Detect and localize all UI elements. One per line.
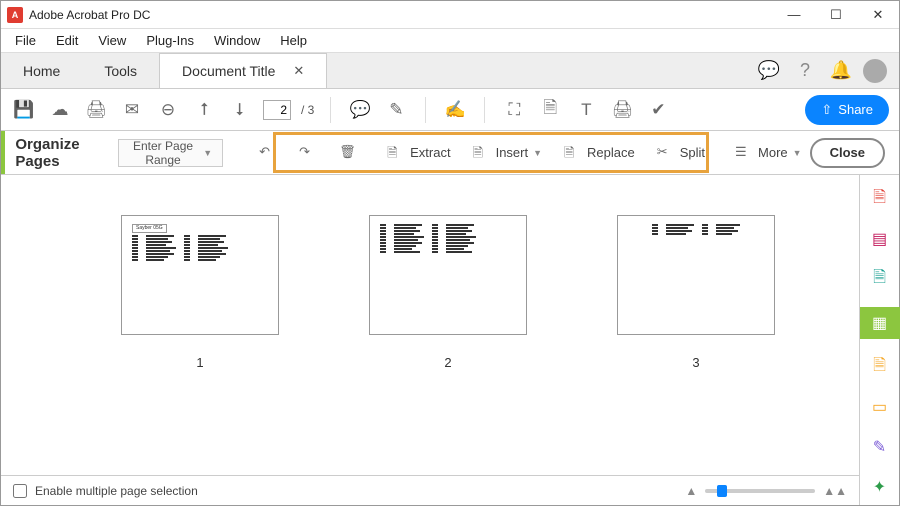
tab-document[interactable]: Document Title ✕ bbox=[159, 53, 327, 88]
footer-bar: Enable multiple page selection ▲ ▲▲ bbox=[1, 475, 859, 505]
split-button[interactable]: ✂Split bbox=[649, 138, 713, 168]
more-label: More bbox=[758, 145, 788, 160]
zoom-slider[interactable] bbox=[705, 489, 815, 493]
insert-button[interactable]: 🗎Insert▼ bbox=[465, 138, 550, 168]
active-panel-strip bbox=[1, 131, 5, 174]
page-thumb-2[interactable]: 2 bbox=[369, 215, 527, 475]
extract-label: Extract bbox=[410, 145, 450, 160]
menu-plugins[interactable]: Plug-Ins bbox=[136, 31, 204, 50]
highlighter-icon[interactable]: ✎ bbox=[383, 97, 409, 123]
create-pdf-icon[interactable]: 🗎 bbox=[868, 187, 892, 211]
page-range-dropdown[interactable]: Enter Page Range ▼ bbox=[118, 139, 223, 167]
chevron-down-icon: ▼ bbox=[203, 148, 212, 158]
more-button[interactable]: ☰More▼ bbox=[727, 138, 810, 168]
menu-window[interactable]: Window bbox=[204, 31, 270, 50]
cloud-upload-icon[interactable]: ☁ bbox=[47, 97, 73, 123]
tab-row: Home Tools Document Title ✕ 💬 ? 🔔 bbox=[1, 53, 899, 89]
app-icon: A bbox=[7, 7, 23, 23]
organize-toolbar: Organize Pages Enter Page Range ▼ ↶ ↷ 🗑 … bbox=[1, 131, 899, 175]
crop-icon[interactable]: ⛶ bbox=[501, 97, 527, 123]
zoom-large-icon[interactable]: ▲▲ bbox=[823, 484, 847, 498]
zoom-small-icon[interactable]: ▲ bbox=[685, 484, 697, 498]
chevron-down-icon: ▼ bbox=[793, 148, 802, 158]
page-thumb-3[interactable]: 3 bbox=[617, 215, 775, 475]
split-label: Split bbox=[680, 145, 705, 160]
close-panel-button[interactable]: Close bbox=[810, 138, 885, 168]
window-maximize[interactable]: ☐ bbox=[815, 1, 857, 29]
main-area: Sayber 05G 1 2 3 Enable multiple page se bbox=[1, 175, 899, 505]
print-production-icon[interactable]: 🖨 bbox=[609, 97, 635, 123]
organize-pages-title: Organize Pages bbox=[15, 136, 97, 170]
rotate-cw-button[interactable]: ↷ bbox=[291, 138, 325, 168]
tab-tools-label: Tools bbox=[104, 63, 137, 79]
delete-button[interactable]: 🗑 bbox=[331, 138, 365, 168]
page-total: / 3 bbox=[301, 103, 314, 117]
share-label: Share bbox=[838, 102, 873, 117]
bell-icon[interactable]: 🔔 bbox=[823, 53, 859, 88]
chat-icon[interactable]: 💬 bbox=[751, 53, 787, 88]
organize-pages-icon[interactable]: ▦ bbox=[860, 307, 900, 339]
page-number-label: 1 bbox=[196, 355, 203, 370]
page-range-label: Enter Page Range bbox=[129, 139, 197, 167]
edit-pdf-icon[interactable]: 🗎 bbox=[868, 355, 892, 379]
share-button[interactable]: ⇧ Share bbox=[805, 95, 889, 125]
menu-bar: File Edit View Plug-Ins Window Help bbox=[1, 29, 899, 53]
extract-button[interactable]: 🗎Extract bbox=[379, 138, 458, 168]
check-icon[interactable]: ✔ bbox=[645, 97, 671, 123]
page-number-input[interactable] bbox=[263, 100, 291, 120]
multi-select-label: Enable multiple page selection bbox=[35, 484, 198, 498]
comment-tool-icon[interactable]: ▭ bbox=[868, 395, 892, 419]
main-toolbar: 💾 ☁ 🖨 ✉ ⊖ ⭡ ⭣ / 3 💬 ✎ ✍ ⛶ 🗎 T 🖨 ✔ ⇧ Shar… bbox=[1, 89, 899, 131]
save-icon[interactable]: 💾 bbox=[11, 97, 37, 123]
replace-label: Replace bbox=[587, 145, 635, 160]
print-icon[interactable]: 🖨 bbox=[83, 97, 109, 123]
text-tool-icon[interactable]: T bbox=[573, 97, 599, 123]
rotate-ccw-button[interactable]: ↶ bbox=[251, 138, 285, 168]
comment-bubble-icon[interactable]: 💬 bbox=[347, 97, 373, 123]
tab-tools[interactable]: Tools bbox=[82, 53, 159, 88]
tab-close-icon[interactable]: ✕ bbox=[293, 63, 304, 79]
email-icon[interactable]: ✉ bbox=[119, 97, 145, 123]
menu-view[interactable]: View bbox=[88, 31, 136, 50]
window-minimize[interactable]: — bbox=[773, 1, 815, 29]
page-thumb-image bbox=[617, 215, 775, 335]
insert-label: Insert bbox=[496, 145, 529, 160]
page-down-icon[interactable]: ⭣ bbox=[227, 97, 253, 123]
export-pdf-icon[interactable]: 🗎 bbox=[868, 267, 892, 291]
right-tool-rail: 🗎 ▤ 🗎 ▦ 🗎 ▭ ✎ ✦ bbox=[859, 175, 899, 505]
menu-help[interactable]: Help bbox=[270, 31, 317, 50]
menu-edit[interactable]: Edit bbox=[46, 31, 88, 50]
layout-icon[interactable]: ▤ bbox=[868, 227, 892, 251]
app-title: Adobe Acrobat Pro DC bbox=[29, 8, 773, 22]
tab-document-label: Document Title bbox=[182, 63, 275, 79]
page-up-icon[interactable]: ⭡ bbox=[191, 97, 217, 123]
help-icon[interactable]: ? bbox=[787, 53, 823, 88]
page-number-label: 2 bbox=[444, 355, 451, 370]
stamp-icon[interactable]: ✦ bbox=[868, 475, 892, 499]
fill-sign-icon[interactable]: ✎ bbox=[868, 435, 892, 459]
title-bar: A Adobe Acrobat Pro DC — ☐ ✕ bbox=[1, 1, 899, 29]
menu-file[interactable]: File bbox=[5, 31, 46, 50]
page-tool-icon[interactable]: 🗎 bbox=[537, 97, 563, 123]
tab-home[interactable]: Home bbox=[1, 53, 82, 88]
page-thumb-1[interactable]: Sayber 05G 1 bbox=[121, 215, 279, 475]
page-number-label: 3 bbox=[692, 355, 699, 370]
sign-icon[interactable]: ✍ bbox=[442, 97, 468, 123]
multi-select-checkbox[interactable] bbox=[13, 484, 27, 498]
zoom-out-icon[interactable]: ⊖ bbox=[155, 97, 181, 123]
page-thumb-image: Sayber 05G bbox=[121, 215, 279, 335]
thumb-badge: Sayber 05G bbox=[132, 224, 167, 233]
window-close[interactable]: ✕ bbox=[857, 1, 899, 29]
chevron-down-icon: ▼ bbox=[533, 148, 542, 158]
thumbnail-area: Sayber 05G 1 2 3 Enable multiple page se bbox=[1, 175, 859, 505]
replace-button[interactable]: 🗎Replace bbox=[556, 138, 643, 168]
tab-home-label: Home bbox=[23, 63, 60, 79]
page-thumb-image bbox=[369, 215, 527, 335]
profile-icon[interactable] bbox=[863, 59, 887, 83]
share-icon: ⇧ bbox=[821, 102, 832, 118]
